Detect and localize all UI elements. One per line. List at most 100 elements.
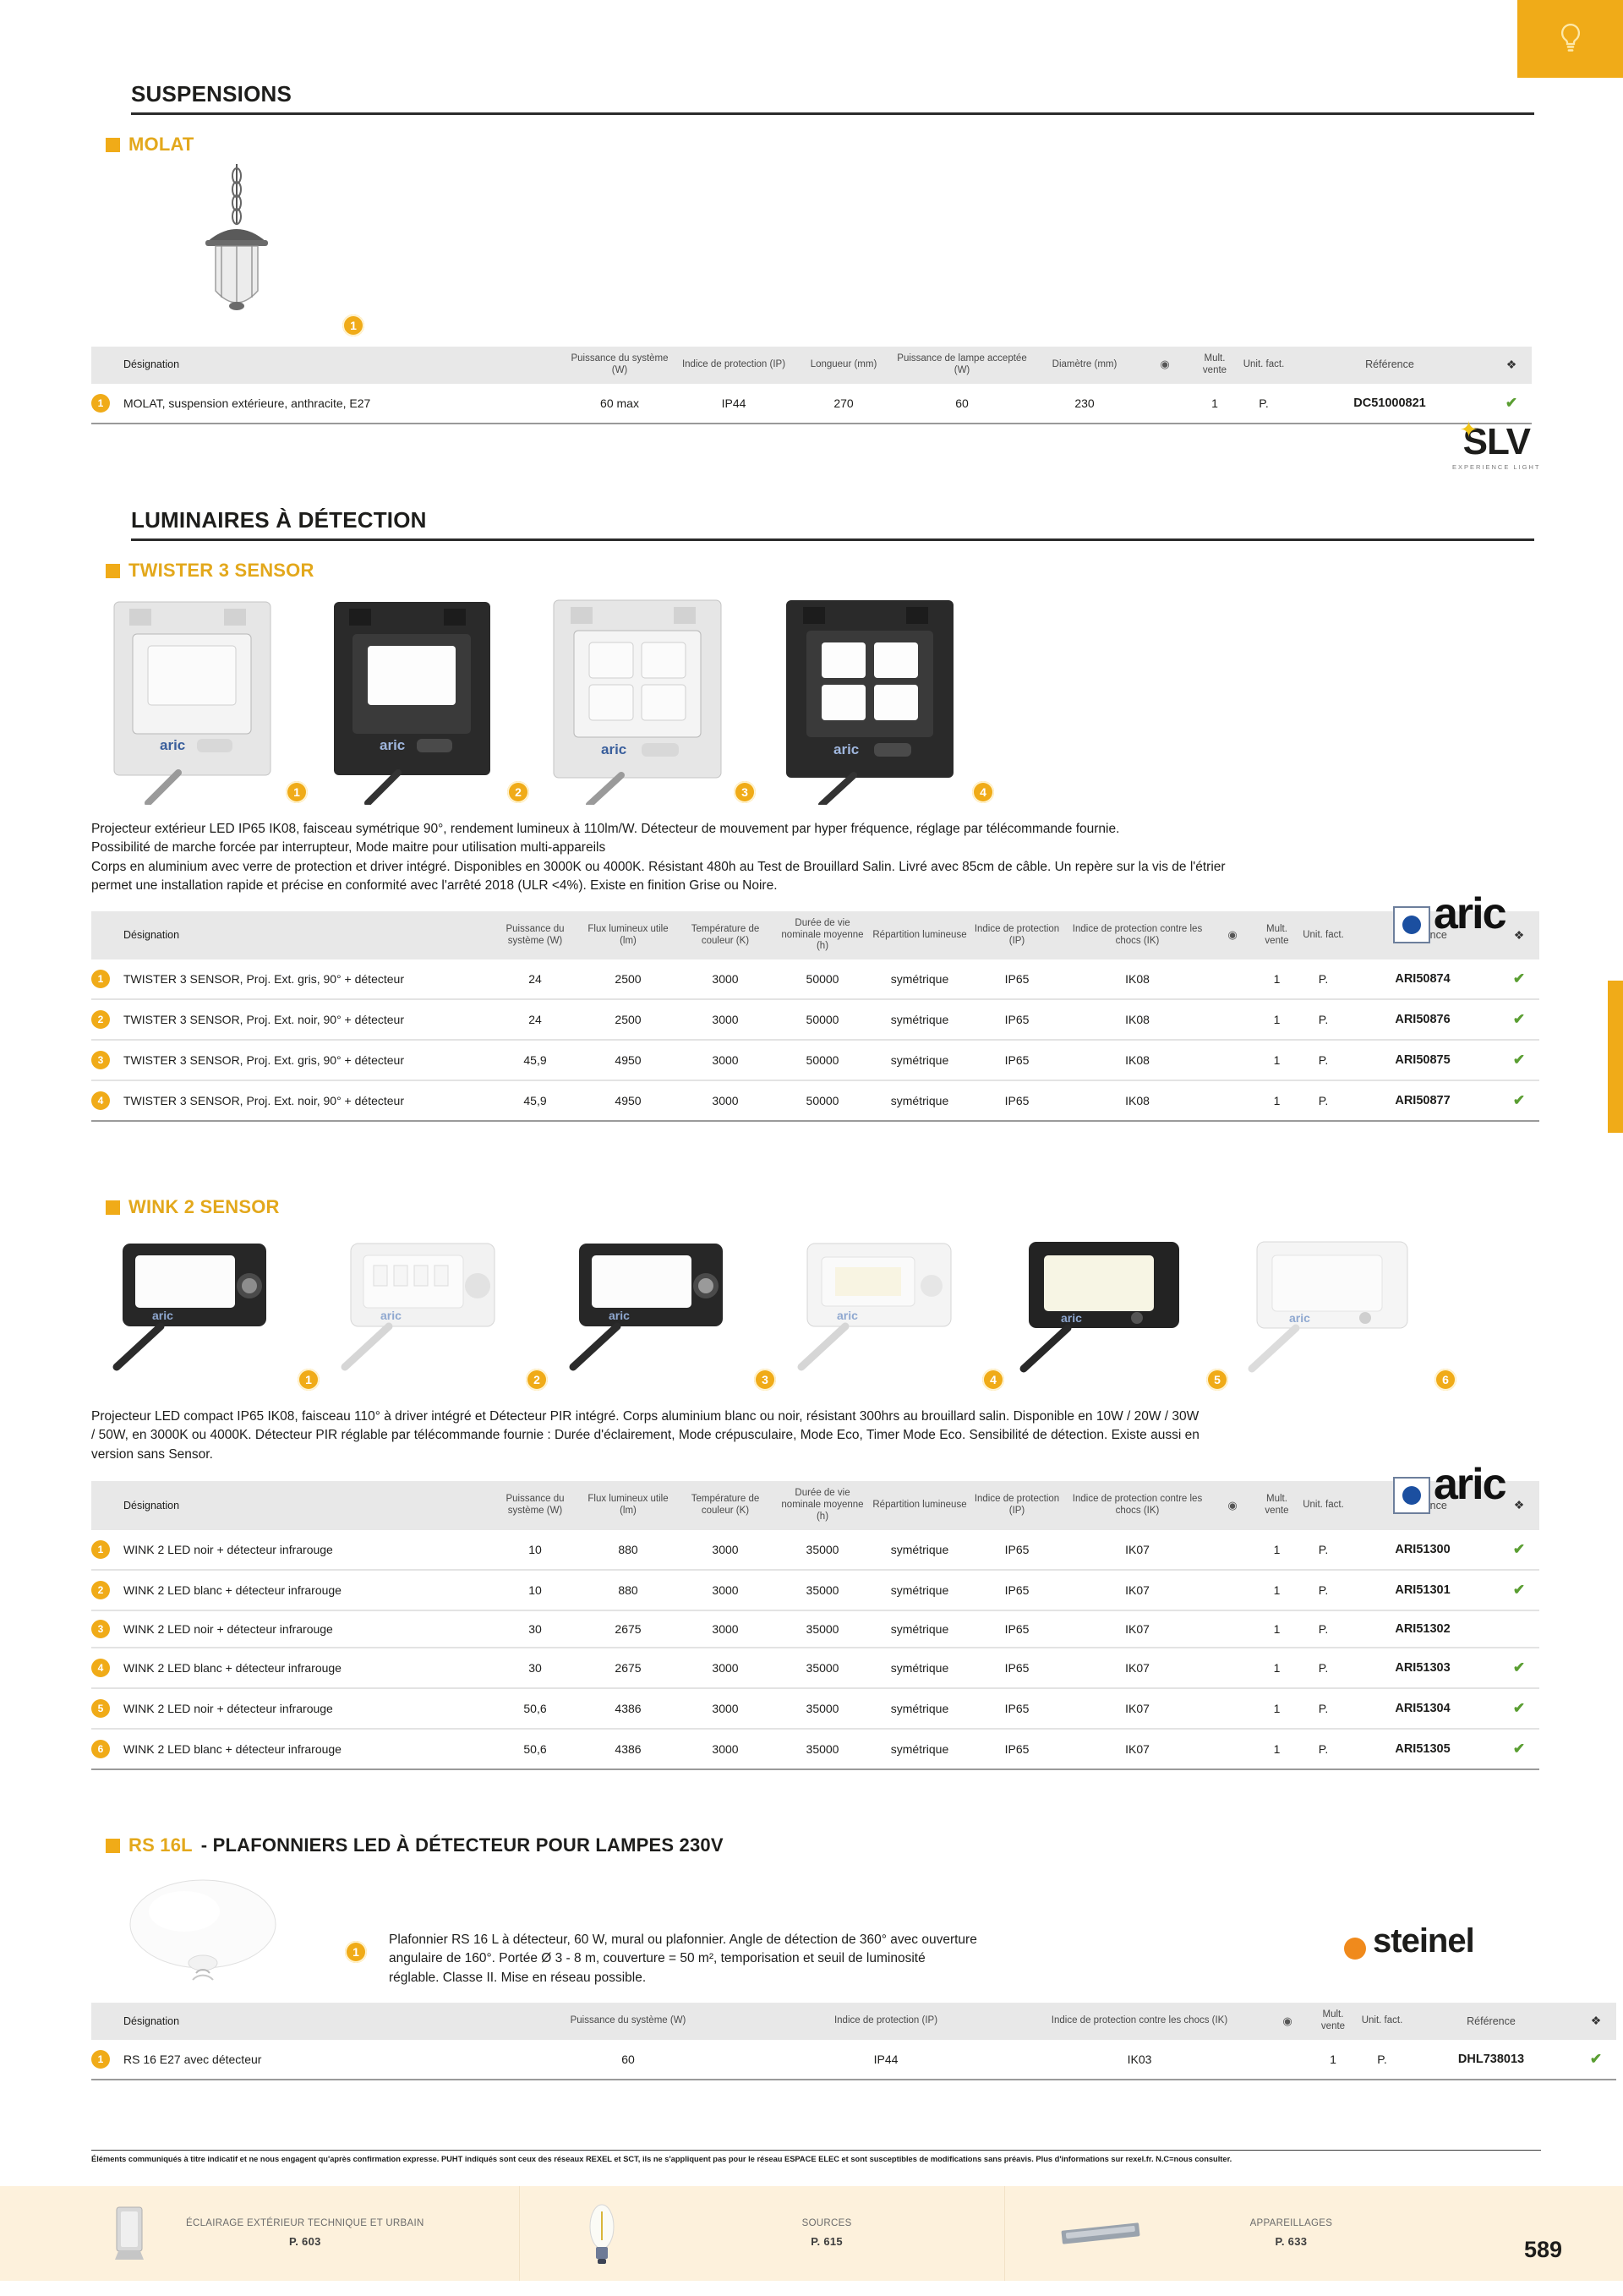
row-badge: 1 [91,393,110,413]
col-ik: Indice de protection contre les chocs (I… [1063,1481,1211,1530]
product-image-wink2-black-50w[interactable]: aric [1010,1233,1192,1381]
cell-unit-fact: P. [1300,1529,1347,1571]
cell-ik: IK07 [1063,1610,1211,1648]
cell-distribution: symétrique [869,1080,970,1123]
table-row[interactable]: 3 TWISTER 3 SENSOR, Proj. Ext. gris, 90° … [91,1040,1539,1082]
col-ip: Indice de protection (IP) [759,2003,1013,2040]
nav-label: SOURCES [801,2218,852,2229]
stack-icon: ❖ [1513,1498,1525,1512]
product-table-molat: Désignation Puissance du système (W) Ind… [91,347,1532,424]
check-icon: ✔ [1589,2051,1603,2067]
cell-power: 10 [489,1569,582,1611]
cell-ip: IP65 [970,1687,1063,1730]
cell-ip: IP65 [970,999,1063,1041]
product-image-wink2-white-10w[interactable]: aric [330,1233,511,1381]
desc-line: Corps en aluminium avec verre de protect… [91,859,1226,874]
cell-power: 45,9 [489,1040,582,1082]
product-image-wink2-black-30w[interactable]: aric [558,1233,740,1381]
wifi-icon: ◉ [1160,358,1170,371]
product-image-twister-black-24w[interactable]: aric [317,593,511,809]
check-icon: ✔ [1512,1659,1526,1676]
product-image-twister-grey-46w[interactable]: aric [537,593,740,809]
product-image-twister-black-46w[interactable]: aric [769,593,972,809]
steinel-dot-icon [1344,1937,1366,1960]
table-row[interactable]: 4 WINK 2 LED blanc + détecteur infrarouge… [91,1647,1539,1689]
table-row[interactable]: 5 WINK 2 LED noir + détecteur infrarouge 5… [91,1687,1539,1730]
section-tab-bulb[interactable] [1517,0,1623,78]
cell-flux: 2675 [582,1610,675,1648]
svg-text:aric: aric [837,1309,858,1322]
product-image-twister-grey-24w[interactable]: aric [97,593,292,809]
cell-reference[interactable]: ARI51301 [1347,1569,1499,1611]
product-images-twister: aric 1 aric 2 aric 3 aric 4 [0,593,1623,813]
check-icon: ✔ [1512,970,1526,987]
family-name: TWISTER 3 SENSOR [128,560,314,581]
cell-reference[interactable]: ARI50877 [1347,1080,1499,1123]
description-wink2: Projecteur LED compact IP65 IK08, faisce… [91,1408,1359,1464]
image-badge: 2 [507,781,529,803]
cell-reference[interactable]: ARI51303 [1347,1647,1499,1689]
cell-color-temp: 3000 [675,1569,776,1611]
table-row[interactable]: 1 MOLAT, suspension extérieure, anthraci… [91,383,1532,424]
svg-text:aric: aric [380,1309,402,1322]
cell-wifi [1211,1610,1254,1648]
cell-reference[interactable]: ARI50876 [1347,999,1499,1041]
nav-page: P. 603 [288,2234,321,2248]
cell-lifetime: 35000 [776,1610,869,1648]
row-badge: 6 [91,1739,110,1758]
nav-item-eclairage[interactable]: ÉCLAIRAGE EXTÉRIEUR TECHNIQUE ET URBAIN … [100,2186,424,2281]
cell-reference[interactable]: ARI51302 [1347,1610,1499,1648]
table-row[interactable]: 4 TWISTER 3 SENSOR, Proj. Ext. noir, 90° … [91,1080,1539,1123]
family-heading-rs16l: RS 16L - PLAFONNIERS LED À DÉTECTEUR POU… [106,1834,1623,1856]
row-badge: 1 [91,2050,110,2069]
cell-color-temp: 3000 [675,1647,776,1689]
cell-flux: 880 [582,1569,675,1611]
cell-ik: IK08 [1063,1040,1211,1082]
cell-reference[interactable]: ARI51300 [1347,1529,1499,1571]
cell-mult-vente: 1 [1254,1728,1300,1770]
product-image-wink2-black-10w[interactable]: aric [101,1233,283,1381]
cell-ik: IK08 [1063,999,1211,1041]
product-image-rs16l[interactable] [118,1873,287,1992]
nav-item-appareillages[interactable]: APPAREILLAGES P. 633 [1056,2186,1333,2281]
cell-lamp-power: 60 [894,383,1030,424]
designation-text: WINK 2 LED noir + détecteur infrarouge [123,1621,333,1636]
cell-stock: ✔ [1499,1728,1539,1770]
nav-label: ÉCLAIRAGE EXTÉRIEUR TECHNIQUE ET URBAIN [186,2218,424,2229]
cell-distribution: symétrique [869,1610,970,1648]
cell-ip: IP65 [970,959,1063,1001]
brand-name: steinel [1373,1922,1475,1960]
designation-text: TWISTER 3 SENSOR, Proj. Ext. noir, 90° +… [123,1094,404,1108]
table-row[interactable]: 2 WINK 2 LED blanc + détecteur infrarouge… [91,1569,1539,1611]
table-row[interactable]: 1 WINK 2 LED noir + détecteur infrarouge 1… [91,1529,1539,1571]
svg-text:aric: aric [1289,1311,1310,1325]
col-unit-fact: Unit. fact. [1300,1481,1347,1530]
table-row[interactable]: 3 WINK 2 LED noir + détecteur infrarouge 3… [91,1610,1539,1648]
cell-ip: IP65 [970,1610,1063,1648]
svg-text:aric: aric [160,737,185,753]
cell-reference[interactable]: ARI51305 [1347,1728,1499,1770]
cell-flux: 4950 [582,1080,675,1123]
legal-disclaimer: Éléments communiqués à titre indicatif e… [91,2150,1541,2165]
catalog-page: SUSPENSIONS MOLAT 1 ✦ SLV EXPERIENCE LIG… [0,0,1623,2296]
product-image-wink2-white-50w[interactable]: aric [1238,1233,1420,1381]
cell-reference[interactable]: ARI51304 [1347,1687,1499,1730]
cell-reference[interactable]: ARI50874 [1347,959,1499,1001]
cell-power: 24 [489,959,582,1001]
product-image-wink2-white-30w[interactable]: aric [786,1233,968,1381]
sparkle-icon: ✦ [1459,417,1478,442]
cell-unit-fact: P. [1300,1687,1347,1730]
table-row[interactable]: 2 TWISTER 3 SENSOR, Proj. Ext. noir, 90° … [91,999,1539,1041]
nav-item-sources[interactable]: SOURCES P. 615 [571,2186,852,2281]
cell-reference[interactable]: DHL738013 [1407,2040,1576,2080]
product-images-rs16l: 1 [0,1856,1623,1983]
image-badge: 6 [1434,1369,1456,1391]
cell-reference[interactable]: ARI50875 [1347,1040,1499,1082]
designation-text: TWISTER 3 SENSOR, Proj. Ext. gris, 90° +… [123,972,404,987]
family-suffix: - PLAFONNIERS LED À DÉTECTEUR POUR LAMPE… [200,1834,724,1856]
table-row[interactable]: 1 TWISTER 3 SENSOR, Proj. Ext. gris, 90° … [91,959,1539,1001]
product-image-molat[interactable] [182,164,292,329]
table-row[interactable]: 1 RS 16 E27 avec détecteur 60 IP44 IK03 … [91,2040,1616,2080]
col-ik: Indice de protection contre les chocs (I… [1063,910,1211,960]
table-row[interactable]: 6 WINK 2 LED blanc + détecteur infrarouge… [91,1728,1539,1770]
